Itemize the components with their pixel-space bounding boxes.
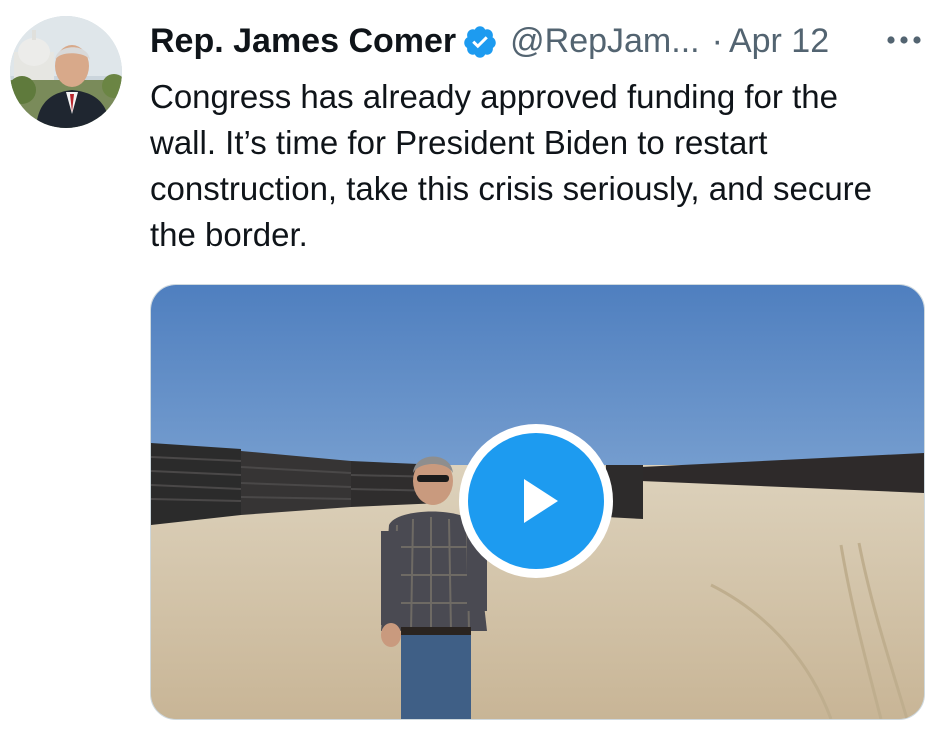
separator-dot: ·: [711, 21, 723, 60]
tweet-text: Congress has already approved funding fo…: [150, 78, 873, 253]
more-options-icon[interactable]: [884, 24, 924, 56]
user-handle[interactable]: @RepJam...: [510, 22, 699, 61]
tweet-header: Rep. James Comer @RepJam... · Apr 12: [150, 18, 829, 64]
play-icon: [468, 433, 604, 569]
tweet[interactable]: Rep. James Comer @RepJam... · Apr 12 Con…: [0, 0, 940, 738]
video-thumbnail[interactable]: [150, 284, 925, 720]
play-button[interactable]: [459, 424, 613, 578]
verified-badge-icon: [462, 24, 498, 60]
avatar[interactable]: [10, 16, 122, 128]
avatar-image: [10, 16, 122, 128]
display-name[interactable]: Rep. James Comer: [150, 22, 456, 61]
tweet-date[interactable]: Apr 12: [729, 22, 829, 61]
